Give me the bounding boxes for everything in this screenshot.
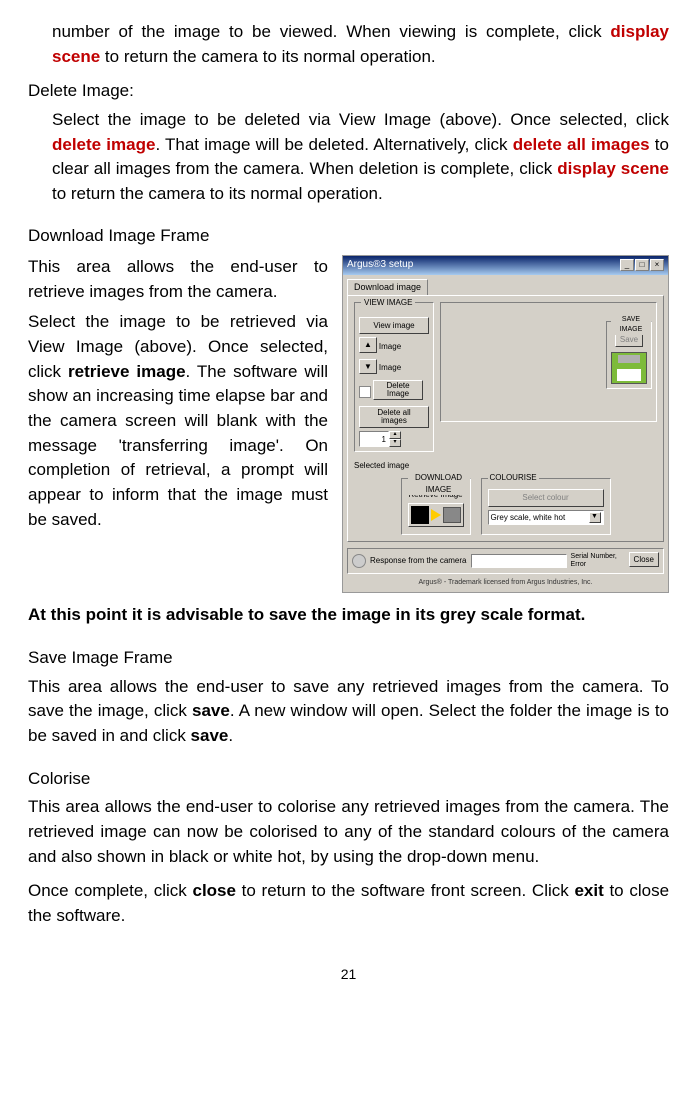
trademark-text: Argus® - Trademark licensed from Argus I… — [343, 576, 668, 592]
tab-download-image[interactable]: Download image — [347, 279, 428, 295]
delete-text-pre: Select the image to be deleted via View … — [52, 110, 669, 129]
label-image-up: Image — [379, 341, 401, 353]
window-title: Argus®3 setup — [347, 258, 413, 273]
spin-up[interactable]: ▴ — [389, 431, 401, 439]
label-image-down: Image — [379, 362, 401, 374]
page-number: 21 — [28, 964, 669, 984]
response-field — [471, 554, 567, 568]
delete-all-button[interactable]: Delete all images — [359, 406, 429, 428]
cmd-save-2: save — [191, 726, 229, 745]
intro-text-post: to return the camera to its normal opera… — [100, 47, 435, 66]
close-button[interactable]: Close — [629, 552, 659, 568]
save-text-post: . — [228, 726, 233, 745]
colorise-p2-pre: Once complete, click — [28, 881, 192, 900]
minimize-button[interactable]: _ — [620, 259, 634, 271]
colour-dropdown[interactable]: Grey scale, white hot ▼ — [488, 510, 604, 526]
save-paragraph: This area allows the end-user to save an… — [28, 675, 669, 749]
download-group-title: DOWNLOAD IMAGE — [408, 472, 470, 495]
cmd-retrieve-image: retrieve image — [68, 362, 186, 381]
prev-image-button[interactable]: ▲ — [359, 337, 377, 353]
arrow-right-icon — [431, 509, 441, 521]
advice-line: At this point it is advisable to save th… — [28, 603, 669, 628]
group-view-title: VIEW IMAGE — [361, 297, 415, 309]
image-number-spinner[interactable]: ▴▾ — [359, 431, 429, 447]
cmd-delete-all-images: delete all images — [513, 135, 650, 154]
selected-image-label: Selected image — [354, 458, 434, 472]
delete-text-post: to return the camera to its normal opera… — [52, 184, 383, 203]
colorise-p2-mid: to return to the software front screen. … — [236, 881, 575, 900]
heading-download-frame: Download Image Frame — [28, 224, 669, 249]
spin-down[interactable]: ▾ — [389, 439, 401, 447]
status-label: Response from the camera — [370, 555, 467, 567]
delete-image-button[interactable]: Delete Image — [373, 380, 423, 400]
save-group-title: SAVE IMAGE — [611, 315, 651, 335]
download-p2-post: . The software will show an increasing t… — [28, 362, 328, 529]
heading-colorise: Colorise — [28, 767, 669, 792]
image-preview-area: SAVE IMAGE Save — [440, 302, 657, 422]
status-bar: Response from the camera Serial Number, … — [347, 548, 664, 575]
group-colourise: COLOURISE Select colour Grey scale, whit… — [481, 478, 611, 535]
cmd-exit: exit — [574, 881, 603, 900]
status-led-icon — [352, 554, 366, 568]
app-window: Argus®3 setup _□× Download image VIEW IM… — [342, 255, 669, 593]
colorise-p1: This area allows the end-user to coloris… — [28, 795, 669, 869]
serial-label: Serial Number, Error — [571, 553, 625, 569]
download-p2: Select the image to be retrieved via Vie… — [28, 310, 328, 532]
group-save-image: SAVE IMAGE Save — [606, 321, 652, 390]
intro-text-pre: number of the image to be viewed. When v… — [52, 22, 610, 41]
select-colour-button[interactable]: Select colour — [488, 489, 604, 507]
camera-icon — [411, 506, 429, 524]
chevron-down-icon[interactable]: ▼ — [589, 512, 601, 524]
dropdown-value: Grey scale, white hot — [491, 512, 566, 524]
cmd-close: close — [192, 881, 235, 900]
heading-delete-image: Delete Image: — [28, 79, 669, 104]
intro-paragraph: number of the image to be viewed. When v… — [52, 20, 669, 69]
delete-icon — [359, 386, 371, 398]
maximize-button[interactable]: □ — [635, 259, 649, 271]
cmd-save-1: save — [192, 701, 230, 720]
cmd-delete-image: delete image — [52, 135, 155, 154]
titlebar: Argus®3 setup _□× — [343, 256, 668, 275]
view-image-button[interactable]: View image — [359, 317, 429, 335]
heading-save-frame: Save Image Frame — [28, 646, 669, 671]
delete-paragraph: Select the image to be deleted via View … — [52, 108, 669, 207]
group-view-image: VIEW IMAGE View image ▲ Image ▼ Image De… — [354, 302, 434, 453]
delete-text-mid1: . That image will be deleted. Alternativ… — [155, 135, 512, 154]
window-controls: _□× — [619, 258, 664, 273]
floppy-icon — [611, 352, 647, 384]
next-image-button[interactable]: ▼ — [359, 359, 377, 375]
cmd-display-scene-2: display scene — [557, 159, 669, 178]
group-download-image: DOWNLOAD IMAGE Retrieve Image — [401, 478, 471, 535]
spinner-input[interactable] — [359, 431, 389, 447]
colourise-group-title: COLOURISE — [488, 472, 539, 484]
retrieve-image-button[interactable] — [408, 503, 464, 527]
computer-icon — [443, 507, 461, 523]
colorise-p2: Once complete, click close to return to … — [28, 879, 669, 928]
download-p1: This area allows the end-user to retriev… — [28, 255, 328, 304]
close-window-button[interactable]: × — [650, 259, 664, 271]
